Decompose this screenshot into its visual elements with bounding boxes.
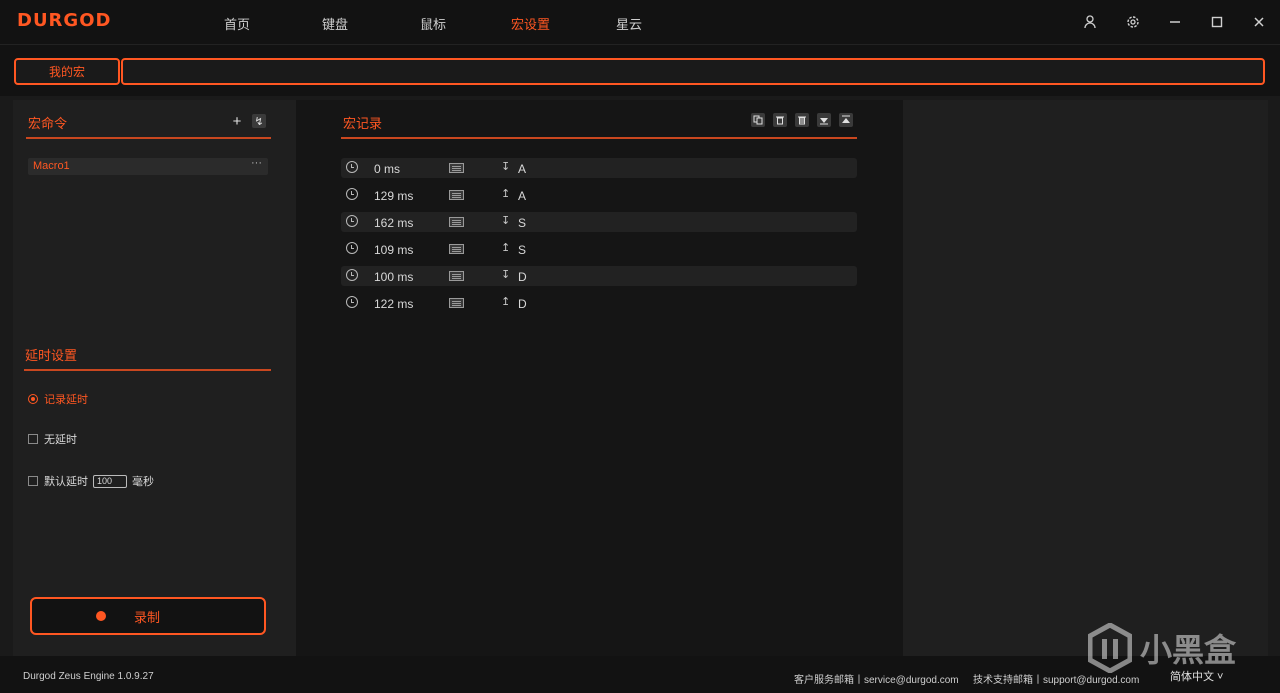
key-up-icon: ↥ — [501, 296, 511, 308]
gear-icon[interactable] — [1123, 12, 1143, 32]
record-delay-option[interactable]: 记录延时 — [28, 391, 88, 407]
clock-icon — [346, 215, 358, 227]
delete-icon[interactable] — [773, 113, 787, 127]
macro-command-title: 宏命令 — [28, 116, 68, 131]
side-panel — [903, 100, 1268, 656]
user-icon[interactable] — [1081, 12, 1101, 32]
nav-macro-settings[interactable]: 宏设置 — [511, 14, 550, 33]
keyboard-icon — [449, 163, 464, 173]
record-row[interactable]: 0 ms ↧ A — [341, 158, 857, 178]
macro-command-panel — [13, 100, 296, 656]
no-delay-label: 无延时 — [44, 434, 77, 446]
keyboard-icon — [449, 271, 464, 281]
record-key: A — [518, 189, 527, 203]
record-time: 122 ms — [374, 297, 414, 311]
clock-icon — [346, 188, 358, 200]
nav-nebula[interactable]: 星云 — [616, 14, 642, 33]
default-delay-input[interactable] — [93, 474, 127, 488]
close-icon[interactable] — [1249, 12, 1269, 32]
keyboard-icon — [449, 190, 464, 200]
title-bar: DURGOD 首页 键盘 鼠标 宏设置 星云 — [0, 0, 1280, 44]
record-time: 162 ms — [374, 216, 414, 230]
copy-icon[interactable] — [751, 113, 765, 127]
record-row[interactable]: 100 ms ↧ D — [341, 266, 857, 286]
keyboard-icon — [449, 244, 464, 254]
record-key: A — [518, 162, 527, 176]
tab-my-macro[interactable]: 我的宏 — [14, 58, 120, 85]
key-up-icon: ↥ — [501, 242, 511, 254]
default-delay-checkbox[interactable] — [28, 476, 38, 486]
record-time: 0 ms — [374, 162, 401, 176]
clock-icon — [346, 269, 358, 281]
nav-mouse[interactable]: 鼠标 — [420, 14, 446, 33]
maximize-icon[interactable] — [1207, 12, 1227, 32]
record-delay-label: 记录延时 — [44, 394, 88, 406]
macro-tab-strip[interactable] — [121, 58, 1265, 85]
record-row[interactable]: 122 ms ↥ D — [341, 293, 857, 313]
key-down-icon: ↧ — [501, 215, 511, 227]
delete-all-icon[interactable] — [795, 113, 809, 127]
macro-name: Macro1 — [33, 160, 70, 172]
record-time: 100 ms — [374, 270, 414, 284]
move-down-icon[interactable] — [817, 113, 831, 127]
macro-list-item[interactable]: Macro1 ··· — [28, 157, 268, 175]
more-icon[interactable]: ··· — [251, 157, 262, 169]
macro-record-divider — [341, 137, 857, 139]
record-key: D — [518, 270, 527, 284]
macro-command-divider — [26, 137, 271, 139]
clock-icon — [346, 161, 358, 173]
clock-icon — [346, 296, 358, 308]
record-key: D — [518, 297, 527, 311]
minimize-icon[interactable] — [1165, 12, 1185, 32]
default-delay-unit: 毫秒 — [132, 476, 154, 488]
radio-selected-icon[interactable] — [28, 394, 38, 404]
support-email: 技术支持邮箱丨support@durgod.com — [973, 675, 1140, 686]
macro-tab-bar: 我的宏 — [0, 44, 1280, 96]
no-delay-checkbox[interactable] — [28, 434, 38, 444]
record-row[interactable]: 109 ms ↥ S — [341, 239, 857, 259]
record-row[interactable]: 129 ms ↥ A — [341, 185, 857, 205]
record-button[interactable]: 录制 — [30, 597, 266, 635]
delay-settings-divider — [24, 369, 271, 371]
add-macro-button[interactable]: + — [230, 113, 244, 130]
durgod-logo: DURGOD — [17, 10, 112, 31]
nav-home[interactable]: 首页 — [224, 14, 250, 33]
macro-record-panel — [296, 100, 903, 656]
import-macro-button[interactable]: ↯ — [252, 114, 266, 128]
record-key: S — [518, 216, 527, 230]
key-down-icon: ↧ — [501, 161, 511, 173]
macro-record-title: 宏记录 — [343, 116, 383, 131]
default-delay-option[interactable]: 默认延时 毫秒 — [28, 473, 154, 489]
record-key: S — [518, 243, 527, 257]
nav-keyboard[interactable]: 键盘 — [322, 14, 348, 33]
move-up-icon[interactable] — [839, 113, 853, 127]
record-dot-icon — [95, 611, 106, 621]
key-down-icon: ↧ — [501, 269, 511, 281]
delay-settings-title: 延时设置 — [25, 348, 78, 363]
record-time: 129 ms — [374, 189, 414, 203]
record-row[interactable]: 162 ms ↧ S — [341, 212, 857, 232]
keyboard-icon — [449, 217, 464, 227]
default-delay-label: 默认延时 — [44, 476, 88, 488]
heybox-logo-icon — [1088, 623, 1132, 673]
record-button-label: 录制 — [133, 609, 160, 625]
heybox-watermark: 小黑盒 — [1088, 623, 1236, 673]
keyboard-icon — [449, 298, 464, 308]
version-text: Durgod Zeus Engine 1.0.9.27 — [23, 671, 154, 682]
clock-icon — [346, 242, 358, 254]
no-delay-option[interactable]: 无延时 — [28, 431, 77, 447]
service-email: 客户服务邮箱丨service@durgod.com — [794, 675, 959, 686]
watermark-text: 小黑盒 — [1140, 632, 1237, 668]
record-time: 109 ms — [374, 243, 414, 257]
key-up-icon: ↥ — [501, 188, 511, 200]
